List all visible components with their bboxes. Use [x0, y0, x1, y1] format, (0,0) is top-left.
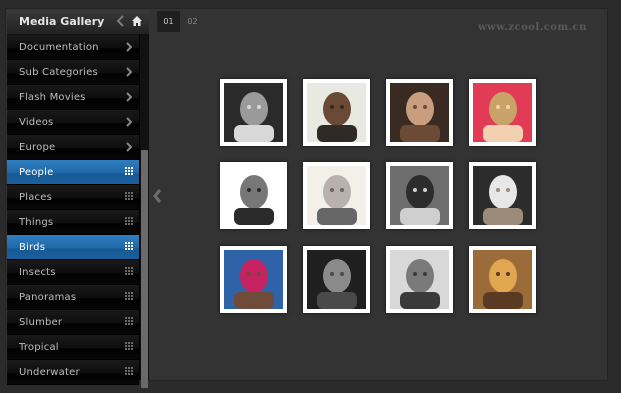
grid-icon	[125, 242, 133, 250]
photo-image	[390, 250, 449, 309]
sidebar-item-sub-categories[interactable]: Sub Categories	[7, 60, 139, 85]
sidebar-item-places[interactable]: Places	[7, 185, 139, 210]
page-tab-01[interactable]: 01	[157, 11, 180, 32]
watermark: www.zcool.com.cn	[478, 22, 587, 33]
chevron-right-icon	[126, 67, 132, 77]
sidebar-list: Documentation Sub Categories Flash Movies V…	[7, 35, 139, 385]
photo-image	[390, 166, 449, 225]
sidebar-item-flash-movies[interactable]: Flash Movies	[7, 85, 139, 110]
sidebar-item-videos[interactable]: Videos	[7, 110, 139, 135]
gallery-thumbnail[interactable]	[303, 246, 370, 313]
grid-icon	[125, 367, 133, 375]
sidebar-item-documentation[interactable]: Documentation	[7, 35, 139, 60]
photo-image	[473, 250, 532, 309]
grid-icon	[125, 317, 133, 325]
chevron-right-icon	[126, 142, 132, 152]
photo-image	[473, 166, 532, 225]
chevron-right-icon	[126, 117, 132, 127]
sidebar-item-label: People	[19, 167, 54, 178]
sidebar-item-label: Places	[19, 192, 52, 203]
sidebar-item-things[interactable]: Things	[7, 210, 139, 235]
sidebar-item-underwater[interactable]: Underwater	[7, 360, 139, 385]
sidebar: Media Gallery Documentation Sub Categorie…	[7, 10, 149, 388]
grid-icon	[125, 267, 133, 275]
photo-image	[390, 83, 449, 142]
photo-image	[473, 83, 532, 142]
sidebar-item-europe[interactable]: Europe	[7, 135, 139, 160]
gallery-thumbnail[interactable]	[386, 162, 453, 229]
sidebar-item-label: Slumber	[19, 317, 63, 328]
chevron-right-icon	[126, 42, 132, 52]
sidebar-item-label: Videos	[19, 117, 54, 128]
gallery-thumbnail[interactable]	[386, 246, 453, 313]
sidebar-item-panoramas[interactable]: Panoramas	[7, 285, 139, 310]
sidebar-item-birds[interactable]: Birds	[7, 235, 139, 260]
sidebar-item-label: Europe	[19, 142, 56, 153]
chevron-right-icon	[126, 92, 132, 102]
chevron-left-icon[interactable]	[116, 15, 126, 27]
photo-image	[224, 166, 283, 225]
sidebar-item-label: Underwater	[19, 367, 80, 378]
photo-image	[224, 83, 283, 142]
gallery-thumbnail[interactable]	[469, 162, 536, 229]
sidebar-title: Media Gallery	[19, 15, 105, 28]
photo-image	[224, 250, 283, 309]
sidebar-item-label: Tropical	[19, 342, 59, 353]
grid-icon	[125, 342, 133, 350]
photo-image	[307, 83, 366, 142]
gallery-thumbnail[interactable]	[220, 162, 287, 229]
grid-icon	[125, 167, 133, 175]
gallery-thumbnail[interactable]	[303, 162, 370, 229]
page-tab-02[interactable]: 02	[181, 11, 204, 32]
gallery-thumbnail[interactable]	[220, 79, 287, 146]
gallery-thumbnail[interactable]	[469, 246, 536, 313]
sidebar-item-label: Birds	[19, 242, 46, 253]
gallery-thumbnail[interactable]	[303, 79, 370, 146]
gallery-thumbnail[interactable]	[386, 79, 453, 146]
grid-icon	[125, 292, 133, 300]
sidebar-scrollbar-thumb[interactable]	[141, 150, 148, 388]
grid-icon	[125, 192, 133, 200]
sidebar-item-label: Things	[19, 217, 54, 228]
gallery-thumbnail[interactable]	[220, 246, 287, 313]
sidebar-item-label: Flash Movies	[19, 92, 86, 103]
sidebar-item-label: Sub Categories	[19, 67, 98, 78]
sidebar-item-tropical[interactable]: Tropical	[7, 335, 139, 360]
photo-image	[307, 250, 366, 309]
sidebar-item-label: Panoramas	[19, 292, 77, 303]
sidebar-item-label: Insects	[19, 267, 56, 278]
gallery-thumbnail[interactable]	[469, 79, 536, 146]
sidebar-item-people[interactable]: People	[7, 160, 139, 185]
sidebar-item-insects[interactable]: Insects	[7, 260, 139, 285]
grid-icon	[125, 217, 133, 225]
chevron-left-icon[interactable]	[152, 188, 162, 204]
sidebar-header: Media Gallery	[7, 10, 149, 35]
sidebar-item-label: Documentation	[19, 42, 99, 53]
photo-image	[307, 166, 366, 225]
home-icon[interactable]	[131, 15, 143, 27]
sidebar-item-slumber[interactable]: Slumber	[7, 310, 139, 335]
